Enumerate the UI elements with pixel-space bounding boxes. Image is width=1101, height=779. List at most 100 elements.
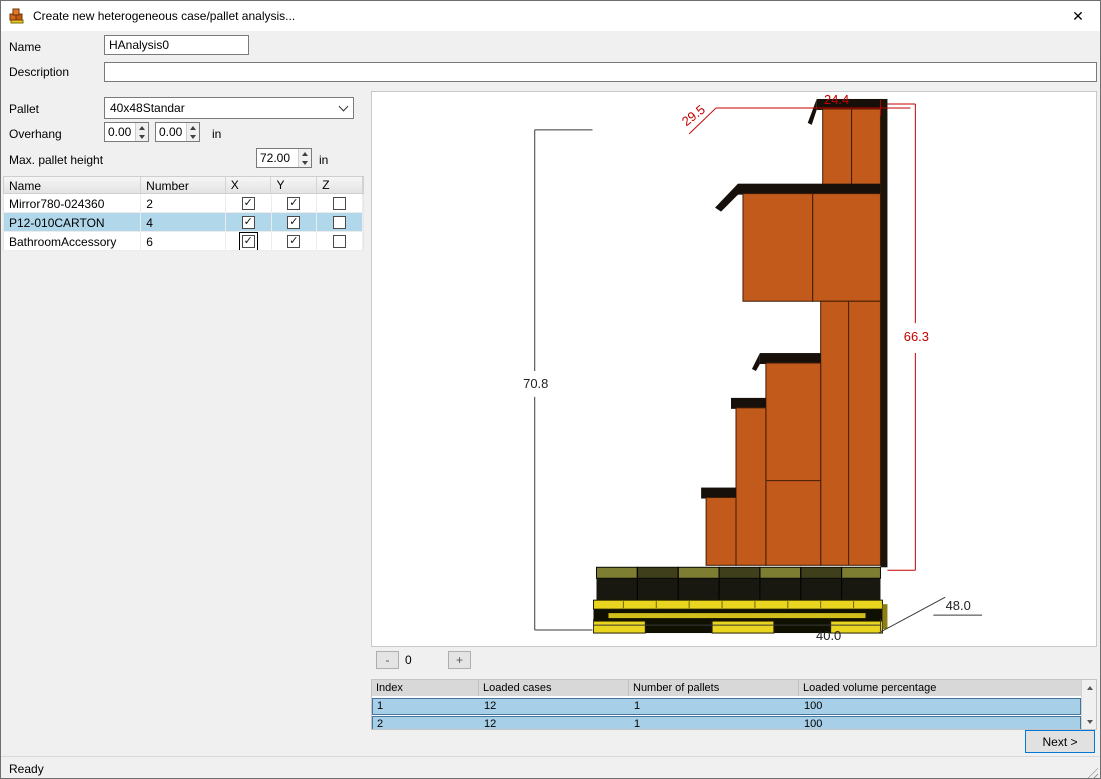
col-header-number-of-pallets[interactable]: Number of pallets (629, 680, 799, 696)
y-checkbox[interactable]: ✓ (287, 234, 301, 248)
case-number-cell: 6 (141, 232, 226, 250)
dim-width-bottom: 40.0 (816, 628, 841, 643)
overhang-x-value: 0.00 (108, 125, 132, 139)
next-button[interactable]: Next > (1025, 730, 1095, 753)
scroll-up-icon[interactable] (1082, 680, 1096, 695)
x-checkbox[interactable]: ✓ (238, 232, 258, 250)
max-pallet-height-input[interactable]: 72.00 (256, 148, 312, 168)
col-header-loaded-volume[interactable]: Loaded volume percentage (799, 680, 1096, 696)
results-header: Index Loaded cases Number of pallets Loa… (372, 680, 1096, 697)
result-index: 2 (377, 718, 384, 730)
table-row[interactable]: BathroomAccessory 6 ✓ ✓ (3, 232, 364, 251)
col-header-y[interactable]: Y (271, 177, 318, 193)
resize-grip[interactable] (1085, 765, 1098, 778)
description-input[interactable] (104, 62, 1097, 82)
y-checkbox-cell: ✓ (272, 213, 318, 231)
x-checkbox[interactable]: ✓ (241, 196, 255, 210)
pallet-label: Pallet (9, 102, 40, 116)
case-name-cell: Mirror780-024360 (4, 194, 142, 212)
result-loaded-cases: 12 (484, 718, 497, 730)
result-volume: 100 (804, 718, 823, 730)
result-row[interactable]: 2 12 1 100 (372, 716, 1081, 730)
x-checkbox-cell: ✓ (226, 232, 272, 250)
max-pallet-height-label: Max. pallet height (9, 153, 104, 167)
spin-up-icon[interactable] (136, 123, 148, 132)
case-name-cell: BathroomAccessory (4, 232, 142, 250)
overhang-y-value: 0.00 (159, 125, 183, 139)
result-pallets: 1 (634, 718, 641, 730)
z-checkbox-cell (317, 232, 364, 250)
col-header-x[interactable]: X (226, 177, 272, 193)
max-height-unit-label: in (319, 153, 329, 167)
dim-depth-top: 29.5 (679, 102, 708, 129)
y-checkbox[interactable]: ✓ (287, 196, 301, 210)
cases-table-header: Name Number X Y Z (3, 176, 364, 194)
increment-button[interactable]: + (448, 651, 471, 669)
dim-depth-bottom: 48.0 (946, 598, 971, 613)
case-name-cell: P12-010CARTON (4, 213, 142, 231)
overhang-y-input[interactable]: 0.00 (155, 122, 200, 142)
status-text: Ready (9, 761, 44, 776)
overhang-x-input[interactable]: 0.00 (104, 122, 149, 142)
minus-icon: - (385, 653, 390, 667)
decrement-button[interactable]: - (376, 651, 399, 669)
cases-table: Name Number X Y Z Mirror780-024360 2 ✓ ✓… (3, 176, 364, 251)
spin-down-icon[interactable] (187, 132, 199, 141)
x-checkbox-cell: ✓ (226, 194, 272, 212)
close-icon: ✕ (1072, 7, 1084, 24)
dialog-window: Create new heterogeneous case/pallet ana… (0, 0, 1101, 779)
title-bar: Create new heterogeneous case/pallet ana… (1, 1, 1100, 31)
col-header-z[interactable]: Z (317, 177, 363, 193)
chevron-down-icon (333, 101, 353, 111)
col-header-index[interactable]: Index (372, 680, 479, 696)
spin-down-icon[interactable] (136, 132, 148, 141)
z-checkbox-cell (317, 194, 364, 212)
max-pallet-height-value: 72.00 (260, 151, 291, 165)
name-input[interactable] (104, 35, 249, 55)
spin-up-icon[interactable] (299, 149, 311, 158)
col-header-number[interactable]: Number (141, 177, 226, 193)
result-pallets: 1 (634, 700, 641, 712)
dim-height-left: 70.8 (523, 376, 548, 391)
spin-up-icon[interactable] (187, 123, 199, 132)
z-checkbox[interactable] (333, 234, 347, 248)
result-row[interactable]: 1 12 1 100 (372, 698, 1081, 715)
description-label: Description (9, 65, 70, 79)
result-index: 1 (377, 700, 384, 712)
y-checkbox-cell: ✓ (272, 232, 318, 250)
case-number-cell: 2 (141, 194, 226, 212)
pallet-select[interactable]: 40x48Standar (104, 97, 354, 119)
pallet-3d-viewer[interactable]: .box{fill:#c25a1b;stroke:#411d06;stroke-… (371, 91, 1097, 647)
result-volume: 100 (804, 700, 823, 712)
overhang-label: Overhang (9, 127, 62, 141)
z-checkbox[interactable] (333, 196, 347, 210)
plus-icon: + (455, 653, 463, 667)
x-checkbox-cell: ✓ (226, 213, 272, 231)
col-header-name[interactable]: Name (4, 177, 142, 193)
y-checkbox-cell: ✓ (272, 194, 318, 212)
spin-down-icon[interactable] (299, 158, 311, 167)
x-checkbox[interactable]: ✓ (241, 215, 255, 229)
window-title: Create new heterogeneous case/pallet ana… (33, 9, 296, 23)
pallet-3d-render: .box{fill:#c25a1b;stroke:#411d06;stroke-… (523, 92, 983, 643)
result-loaded-cases: 12 (484, 700, 497, 712)
z-checkbox[interactable] (333, 215, 347, 229)
pallet-index-value: 0 (405, 653, 412, 667)
name-label: Name (9, 40, 42, 54)
z-checkbox-cell (317, 213, 364, 231)
dim-width-top: 24.4 (824, 92, 849, 107)
status-bar: Ready (1, 756, 1100, 778)
app-icon (9, 8, 24, 24)
dim-height-right: 66.3 (904, 329, 929, 344)
pallet-selected-value: 40x48Standar (110, 101, 185, 115)
y-checkbox[interactable]: ✓ (287, 215, 301, 229)
table-row[interactable]: Mirror780-024360 2 ✓ ✓ (3, 194, 364, 213)
results-table: Index Loaded cases Number of pallets Loa… (371, 679, 1097, 730)
table-row[interactable]: P12-010CARTON 4 ✓ ✓ (3, 213, 364, 232)
case-number-cell: 4 (141, 213, 226, 231)
results-scrollbar[interactable] (1081, 680, 1096, 729)
scroll-down-icon[interactable] (1082, 714, 1096, 729)
overhang-unit-label: in (212, 127, 222, 141)
col-header-loaded-cases[interactable]: Loaded cases (479, 680, 629, 696)
close-button[interactable]: ✕ (1056, 1, 1100, 31)
